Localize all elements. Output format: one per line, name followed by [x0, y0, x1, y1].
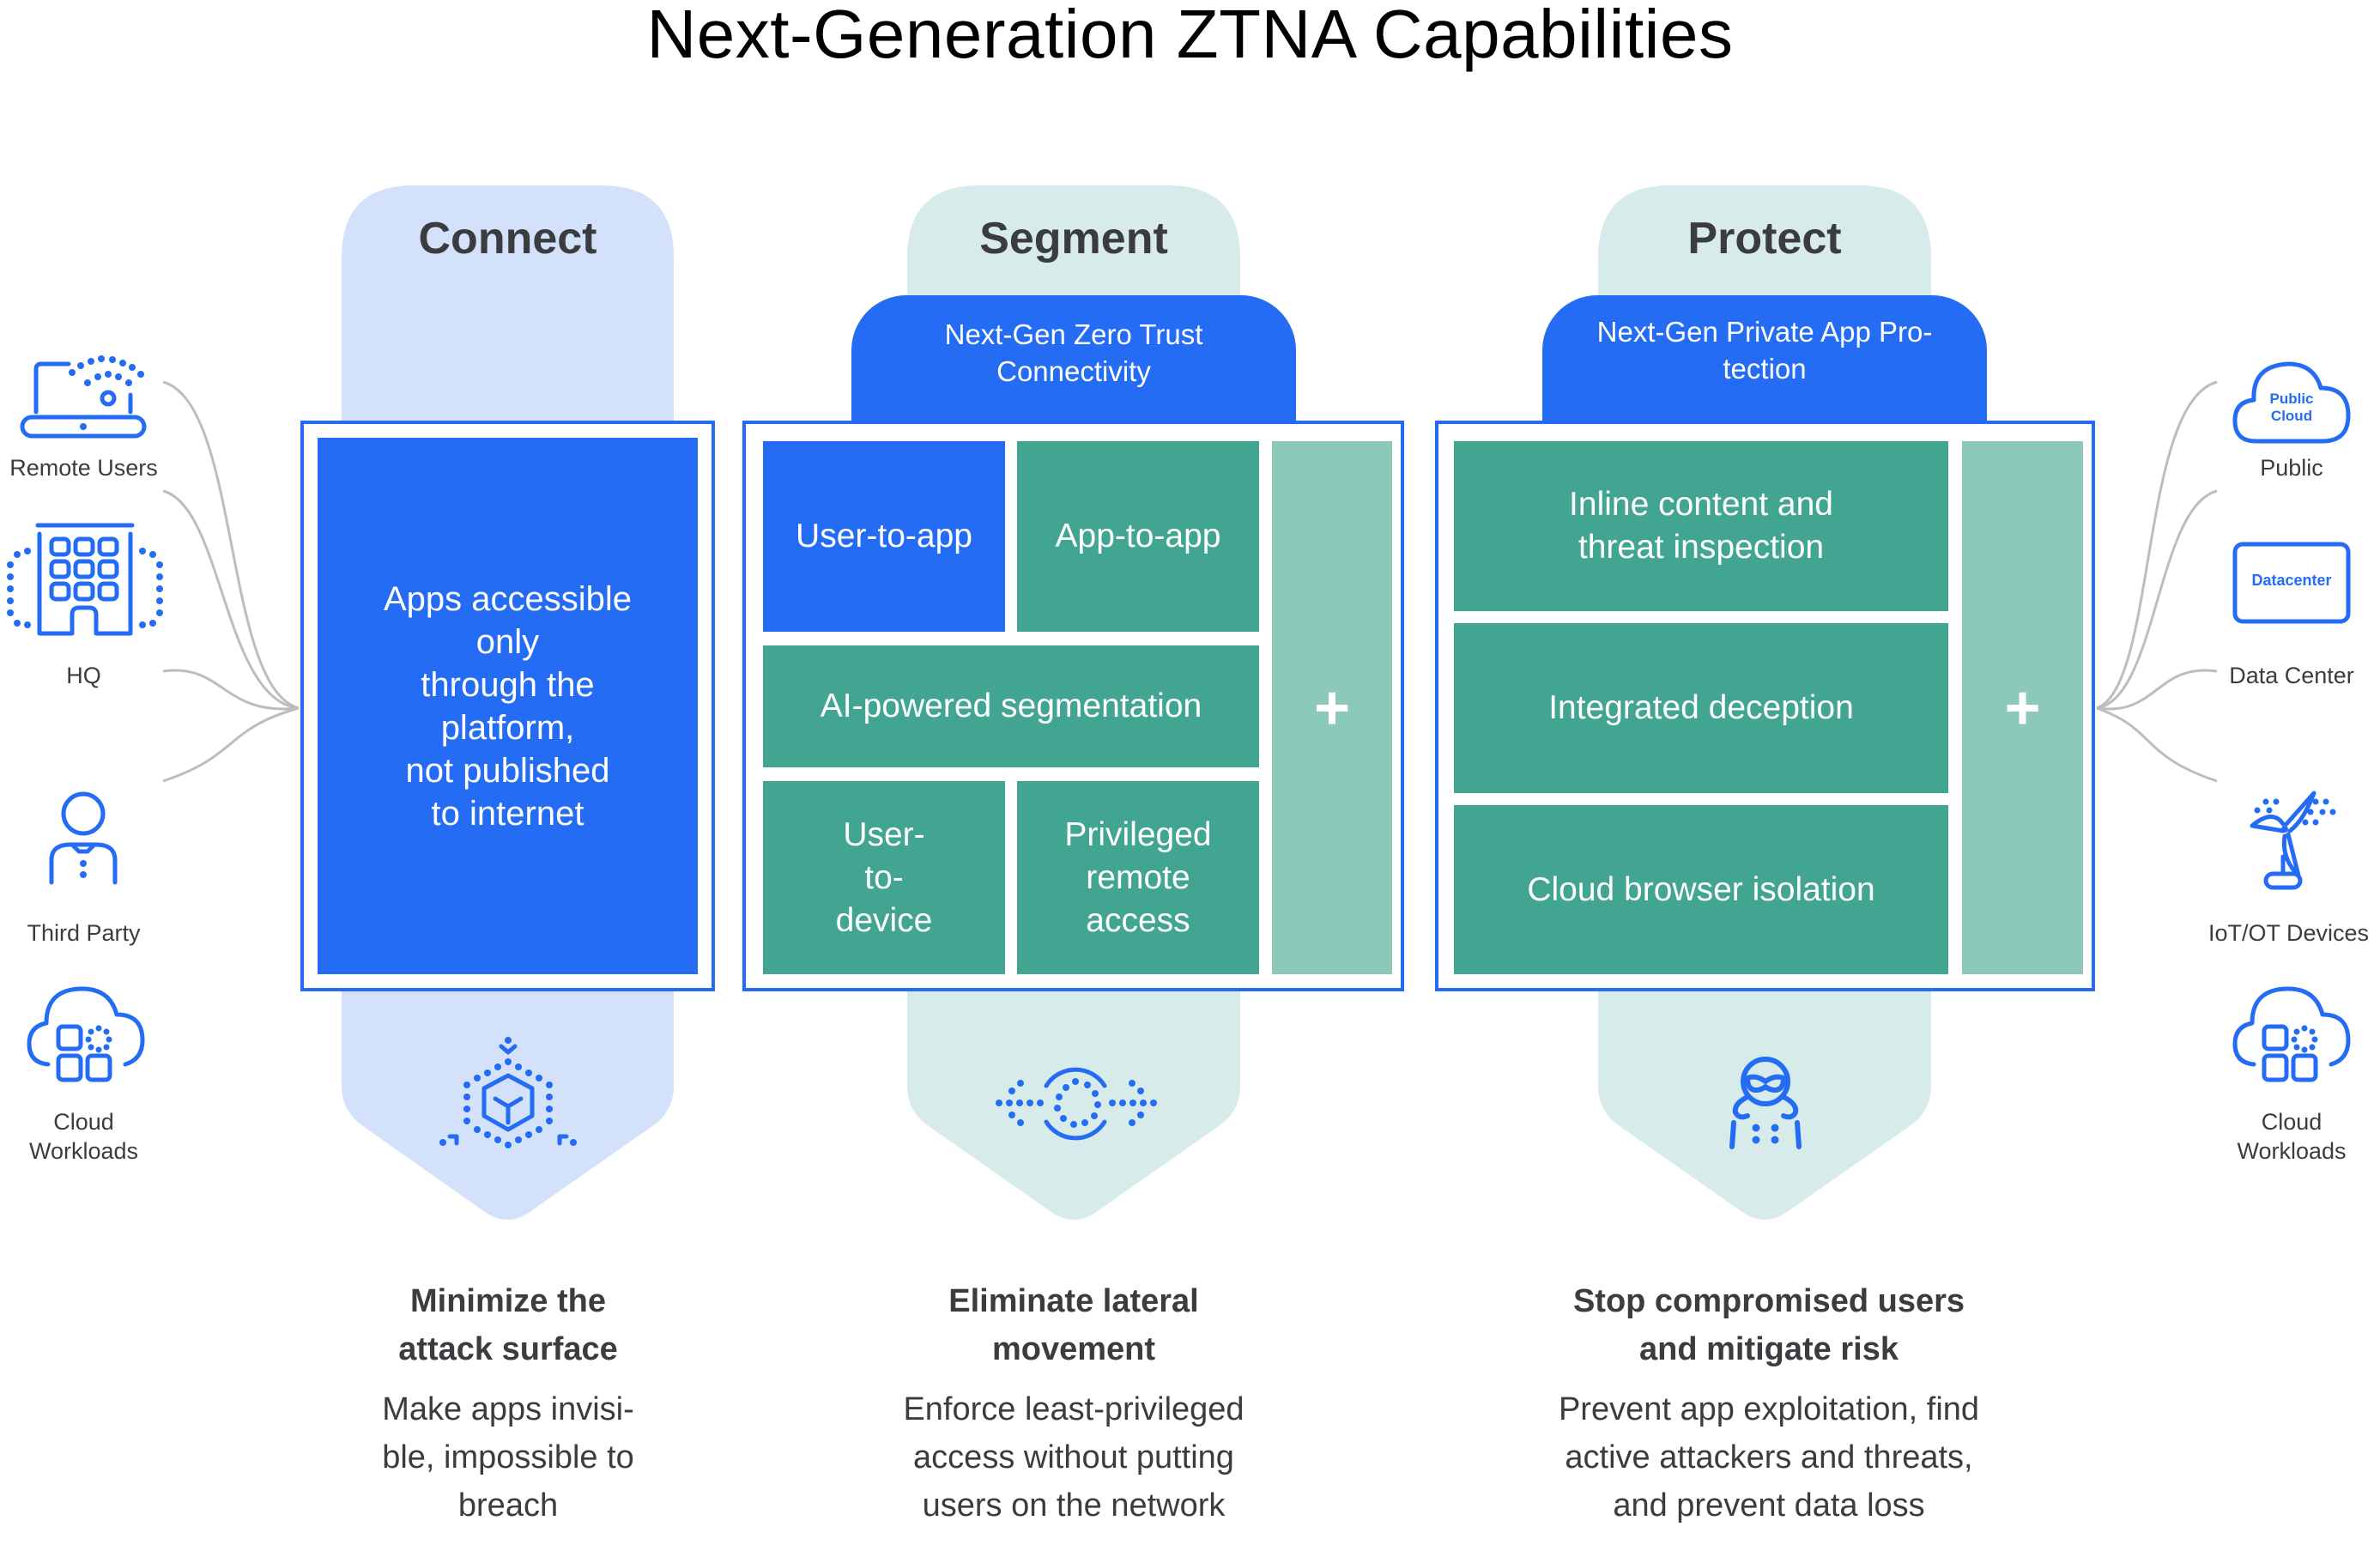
- office-building-icon: [7, 523, 163, 636]
- data-center-label: Data Center: [2229, 663, 2354, 688]
- connector-cloud-workloads-right: [2096, 706, 2218, 783]
- segment-frame: User-to-app App-to-app AI-powered segmen…: [742, 421, 1404, 991]
- person-icon: [49, 791, 118, 885]
- laptop-wifi-icon: [20, 355, 147, 439]
- segment-plus-cell: +: [1272, 441, 1392, 974]
- connect-label: Connect: [418, 214, 597, 264]
- private-app-protection-tab: Next-Gen Private App Pro- tection: [1542, 295, 1987, 424]
- protect-label: Protect: [1687, 214, 1842, 264]
- connector-hq: [162, 489, 300, 710]
- connector-cloud-workloads-left: [162, 706, 300, 783]
- public-cloud-icon-text-1: Public: [2269, 391, 2313, 407]
- cloud-browser-isolation-cell: Cloud browser isolation: [1454, 805, 1948, 974]
- connect-description: Make apps invisi- ble, impossible to bre…: [382, 1391, 634, 1524]
- app-to-app-cell: App-to-app: [1017, 441, 1259, 632]
- connect-box-text: Apps accessible only through the platfor…: [318, 438, 698, 974]
- inline-inspection-cell: Inline content and threat inspection: [1454, 441, 1948, 611]
- connector-third-party: [162, 669, 300, 711]
- masked-attacker-icon: [1729, 1057, 1802, 1149]
- plus-icon: +: [2004, 673, 2041, 742]
- ai-segmentation-cell: AI-powered segmentation: [763, 645, 1259, 767]
- segment-heading: Eliminate lateral movement: [948, 1283, 1199, 1367]
- cube-hexagon-icon: [439, 1037, 577, 1148]
- connector-datacenter: [2096, 489, 2218, 710]
- public-label: Public: [2260, 455, 2323, 481]
- cloud-workloads-icon: [2232, 986, 2351, 1082]
- segment-description: Enforce least-privileged access without …: [903, 1391, 1245, 1524]
- datacenter-icon-text: Datacenter: [2251, 572, 2331, 589]
- wind-turbine-icon: [2250, 791, 2336, 890]
- connector-remote-users: [162, 380, 300, 710]
- plus-icon: +: [1313, 673, 1351, 742]
- cloud-workloads-right-label: Cloud Workloads: [2237, 1109, 2347, 1164]
- protect-frame: Inline content and threat inspection Int…: [1435, 421, 2095, 991]
- user-to-device-cell: User- to- device: [763, 781, 1005, 974]
- segment-label: Segment: [979, 214, 1168, 264]
- lateral-movement-icon: [996, 1067, 1157, 1141]
- connect-frame: Apps accessible only through the platfor…: [300, 421, 715, 991]
- privileged-remote-access-cell: Privileged remote access: [1017, 781, 1259, 974]
- connector-public-cloud: [2096, 380, 2218, 710]
- zero-trust-connectivity-tab: Next-Gen Zero Trust Connectivity: [851, 295, 1296, 424]
- hq-label: HQ: [66, 663, 101, 688]
- remote-users-label: Remote Users: [9, 455, 158, 481]
- cloud-workloads-left-label: Cloud Workloads: [28, 1109, 139, 1164]
- cloud-workloads-icon: [27, 986, 145, 1082]
- iot-ot-devices-label: IoT/OT Devices: [2207, 920, 2370, 946]
- protect-description: Prevent app exploitation, find active at…: [1558, 1391, 1980, 1524]
- public-cloud-icon: Public Cloud: [2232, 361, 2351, 444]
- user-to-app-cell: User-to-app: [763, 441, 1005, 632]
- public-cloud-icon-text-2: Cloud: [2271, 408, 2312, 424]
- connect-heading: Minimize the attack surface: [398, 1283, 618, 1367]
- protect-heading: Stop compromised users and mitigate risk: [1572, 1283, 1965, 1367]
- protect-plus-cell: +: [1962, 441, 2083, 974]
- integrated-deception-cell: Integrated deception: [1454, 623, 1948, 793]
- datacenter-icon: Datacenter: [2232, 542, 2351, 624]
- third-party-label: Third Party: [27, 920, 141, 946]
